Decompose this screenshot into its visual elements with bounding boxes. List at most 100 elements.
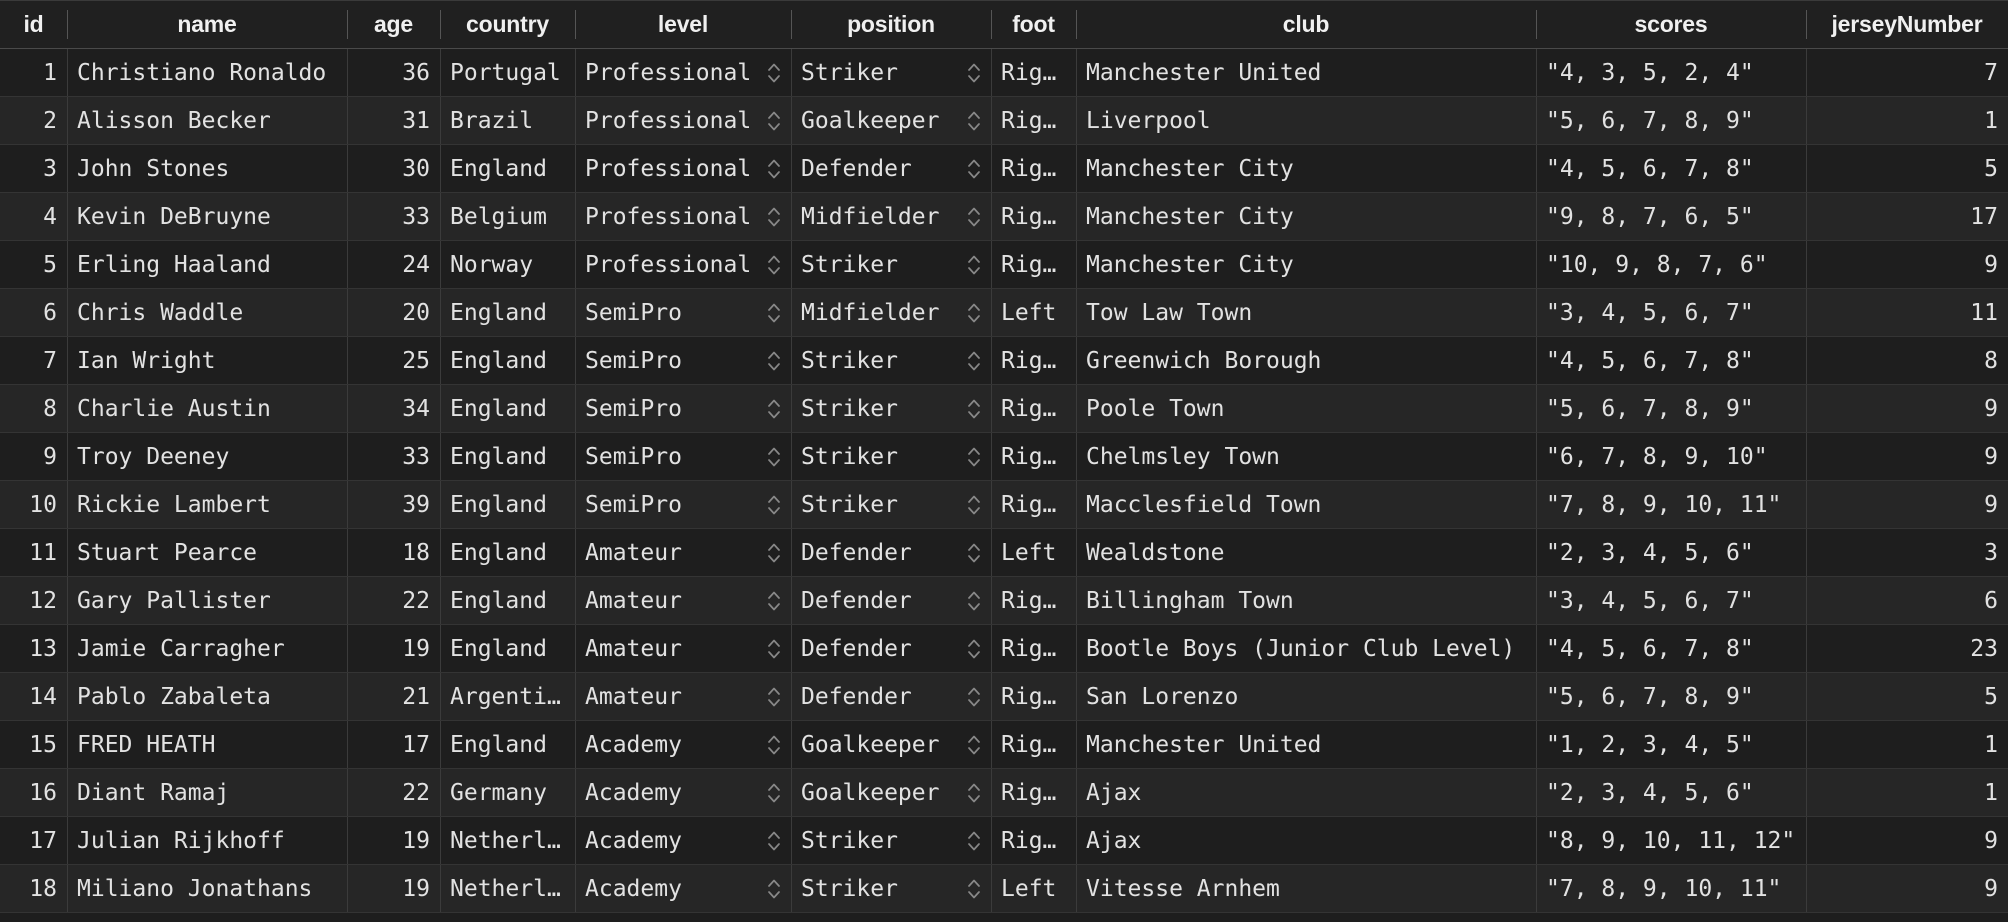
cell-position[interactable]: Striker <box>791 337 991 384</box>
cell-position[interactable]: Goalkeeper <box>791 721 991 768</box>
table-row[interactable]: 11 Stuart Pearce 18 England Amateur Defender L… <box>0 529 2008 577</box>
stepper-chevron-icon[interactable] <box>766 492 782 518</box>
cell-position[interactable]: Striker <box>791 49 991 96</box>
stepper-chevron-icon[interactable] <box>966 156 982 182</box>
stepper-chevron-icon[interactable] <box>766 108 782 134</box>
cell-position[interactable]: Defender <box>791 145 991 192</box>
stepper-chevron-icon[interactable] <box>966 204 982 230</box>
stepper-chevron-icon[interactable] <box>766 252 782 278</box>
stepper-chevron-icon[interactable] <box>966 636 982 662</box>
column-header-id[interactable]: id <box>0 1 67 48</box>
cell-position[interactable]: Striker <box>791 385 991 432</box>
cell-position[interactable]: Goalkeeper <box>791 97 991 144</box>
stepper-chevron-icon[interactable] <box>766 876 782 902</box>
column-header-level[interactable]: level <box>575 1 791 48</box>
stepper-chevron-icon[interactable] <box>966 876 982 902</box>
table-row[interactable]: 14 Pablo Zabaleta 21 Argentina Amateur Defend… <box>0 673 2008 721</box>
table-row[interactable]: 3 John Stones 30 England Professional Defende… <box>0 145 2008 193</box>
stepper-chevron-icon[interactable] <box>966 396 982 422</box>
cell-level[interactable]: Academy <box>575 865 791 912</box>
stepper-chevron-icon[interactable] <box>766 156 782 182</box>
cell-level[interactable]: Professional <box>575 49 791 96</box>
cell-level[interactable]: SemiPro <box>575 433 791 480</box>
cell-level[interactable]: SemiPro <box>575 337 791 384</box>
table-row[interactable]: 17 Julian Rijkhoff 19 Netherla… Academy Strik… <box>0 817 2008 865</box>
cell-level[interactable]: Amateur <box>575 529 791 576</box>
cell-level[interactable]: Professional <box>575 97 791 144</box>
cell-level[interactable]: Professional <box>575 241 791 288</box>
table-row[interactable]: 15 FRED HEATH 17 England Academy Goalkeeper Ri… <box>0 721 2008 769</box>
cell-position[interactable]: Striker <box>791 817 991 864</box>
stepper-chevron-icon[interactable] <box>966 108 982 134</box>
stepper-chevron-icon[interactable] <box>966 684 982 710</box>
cell-position[interactable]: Striker <box>791 433 991 480</box>
column-header-scores[interactable]: scores <box>1536 1 1806 48</box>
table-row[interactable]: 18 Miliano Jonathans 19 Netherla… Academy Str… <box>0 865 2008 913</box>
column-header-club[interactable]: club <box>1076 1 1536 48</box>
stepper-chevron-icon[interactable] <box>966 588 982 614</box>
cell-level[interactable]: Professional <box>575 145 791 192</box>
table-row[interactable]: 8 Charlie Austin 34 England SemiPro Striker Ri… <box>0 385 2008 433</box>
cell-position[interactable]: Striker <box>791 241 991 288</box>
column-header-name[interactable]: name <box>67 1 347 48</box>
cell-level[interactable]: Amateur <box>575 625 791 672</box>
table-row[interactable]: 2 Alisson Becker 31 Brazil Professional Goalk… <box>0 97 2008 145</box>
table-row[interactable]: 7 Ian Wright 25 England SemiPro Striker Right G… <box>0 337 2008 385</box>
table-row[interactable]: 6 Chris Waddle 20 England SemiPro Midfielder L… <box>0 289 2008 337</box>
table-row[interactable]: 13 Jamie Carragher 19 England Amateur Defende… <box>0 625 2008 673</box>
cell-position[interactable]: Goalkeeper <box>791 769 991 816</box>
stepper-chevron-icon[interactable] <box>966 348 982 374</box>
stepper-chevron-icon[interactable] <box>766 444 782 470</box>
column-header-position[interactable]: position <box>791 1 991 48</box>
stepper-chevron-icon[interactable] <box>766 396 782 422</box>
column-header-age[interactable]: age <box>347 1 440 48</box>
table-row[interactable]: 12 Gary Pallister 22 England Amateur Defender… <box>0 577 2008 625</box>
cell-level[interactable]: SemiPro <box>575 385 791 432</box>
table-row[interactable]: 16 Diant Ramaj 22 Germany Academy Goalkeeper R… <box>0 769 2008 817</box>
stepper-chevron-icon[interactable] <box>966 540 982 566</box>
cell-level[interactable]: Amateur <box>575 673 791 720</box>
cell-position[interactable]: Midfielder <box>791 289 991 336</box>
cell-level[interactable]: Professional <box>575 193 791 240</box>
cell-position[interactable]: Defender <box>791 673 991 720</box>
stepper-chevron-icon[interactable] <box>766 828 782 854</box>
cell-position[interactable]: Defender <box>791 625 991 672</box>
stepper-chevron-icon[interactable] <box>766 780 782 806</box>
column-header-foot[interactable]: foot <box>991 1 1076 48</box>
table-row[interactable]: 5 Erling Haaland 24 Norway Professional Strik… <box>0 241 2008 289</box>
stepper-chevron-icon[interactable] <box>766 540 782 566</box>
table-row[interactable]: 9 Troy Deeney 33 England SemiPro Striker Right… <box>0 433 2008 481</box>
cell-level[interactable]: Academy <box>575 721 791 768</box>
table-row[interactable]: 1 Christiano Ronaldo 36 Portugal Professiona… <box>0 49 2008 97</box>
cell-level[interactable]: Academy <box>575 769 791 816</box>
table-row[interactable]: 10 Rickie Lambert 39 England SemiPro Striker R… <box>0 481 2008 529</box>
cell-position[interactable]: Defender <box>791 529 991 576</box>
stepper-chevron-icon[interactable] <box>766 204 782 230</box>
stepper-chevron-icon[interactable] <box>766 636 782 662</box>
stepper-chevron-icon[interactable] <box>966 444 982 470</box>
column-header-jerseyNumber[interactable]: jerseyNumber <box>1806 1 2008 48</box>
stepper-chevron-icon[interactable] <box>766 732 782 758</box>
stepper-chevron-icon[interactable] <box>966 492 982 518</box>
stepper-chevron-icon[interactable] <box>966 828 982 854</box>
stepper-chevron-icon[interactable] <box>966 252 982 278</box>
column-header-country[interactable]: country <box>440 1 575 48</box>
stepper-chevron-icon[interactable] <box>766 348 782 374</box>
stepper-chevron-icon[interactable] <box>766 684 782 710</box>
stepper-chevron-icon[interactable] <box>966 780 982 806</box>
cell-level[interactable]: SemiPro <box>575 481 791 528</box>
stepper-chevron-icon[interactable] <box>966 60 982 86</box>
stepper-chevron-icon[interactable] <box>766 300 782 326</box>
table-row[interactable]: 4 Kevin DeBruyne 33 Belgium Professional Midf… <box>0 193 2008 241</box>
cell-position[interactable]: Midfielder <box>791 193 991 240</box>
cell-position[interactable]: Striker <box>791 865 991 912</box>
cell-level[interactable]: Amateur <box>575 577 791 624</box>
stepper-chevron-icon[interactable] <box>766 588 782 614</box>
cell-level[interactable]: Academy <box>575 817 791 864</box>
stepper-chevron-icon[interactable] <box>766 60 782 86</box>
stepper-chevron-icon[interactable] <box>966 732 982 758</box>
stepper-chevron-icon[interactable] <box>966 300 982 326</box>
cell-level[interactable]: SemiPro <box>575 289 791 336</box>
cell-position[interactable]: Striker <box>791 481 991 528</box>
cell-position[interactable]: Defender <box>791 577 991 624</box>
